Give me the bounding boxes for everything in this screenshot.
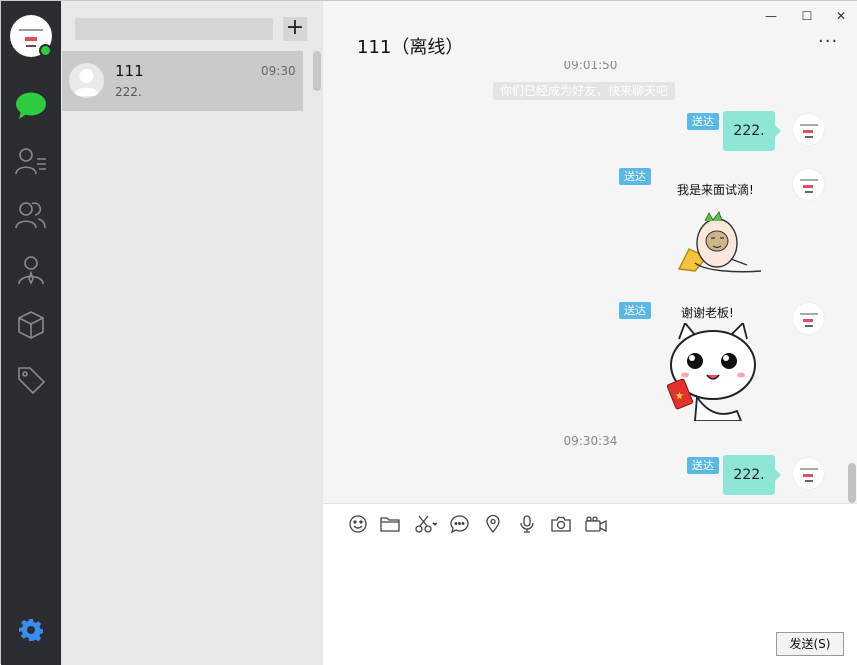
message-input-area[interactable]: 发送(S) (323, 503, 857, 665)
emoji-icon[interactable] (347, 513, 369, 535)
timestamp: 09:30:34 (563, 434, 618, 448)
delivered-badge: 送达 (687, 113, 719, 130)
conversation-list-panel: + 111 09:30 222. (61, 1, 323, 665)
person-tie-icon[interactable] (14, 253, 48, 287)
timestamp: 09:01:50 (563, 61, 618, 72)
more-options-button[interactable]: ··· (818, 31, 838, 52)
avatar[interactable] (792, 457, 825, 490)
list-item[interactable]: 111 09:30 222. (62, 51, 303, 111)
last-message-preview: 222. (115, 85, 142, 99)
delivered-badge: 送达 (687, 457, 719, 474)
list-scrollbar[interactable] (313, 51, 321, 91)
delivered-badge: 送达 (619, 302, 651, 319)
nav-sidebar (1, 1, 61, 665)
im-window: + 111 09:30 222. — ☐ ✕ 111（离线） ··· 09:01… (0, 0, 857, 665)
online-status-dot (39, 44, 52, 57)
gear-icon[interactable] (14, 613, 48, 647)
avatar[interactable] (792, 168, 825, 201)
tag-icon[interactable] (14, 362, 48, 396)
sticker-image[interactable] (675, 211, 765, 275)
sticker-image[interactable]: ★ (667, 323, 759, 421)
chat-scrollbar[interactable] (848, 463, 856, 503)
location-icon[interactable] (482, 513, 504, 535)
contact-name: 111 (115, 62, 144, 80)
chat-bubble-icon[interactable] (14, 89, 48, 123)
folder-icon[interactable] (379, 513, 401, 535)
message-list: 09:01:50 你们已经成为好友，快来聊天吧 送达 222. 送达 我是来面试… (323, 61, 857, 503)
sticker-caption: 谢谢老板! (681, 306, 734, 320)
send-button[interactable]: 发送(S) (776, 632, 844, 656)
maximize-button[interactable]: ☐ (797, 7, 817, 25)
camera-icon[interactable] (550, 513, 572, 535)
system-notice: 你们已经成为好友，快来聊天吧 (493, 82, 676, 100)
chat-panel: — ☐ ✕ 111（离线） ··· 09:01:50 你们已经成为好友，快来聊天… (323, 1, 857, 665)
message-bubble[interactable]: 222. (723, 455, 781, 495)
minimize-button[interactable]: — (761, 7, 781, 25)
cube-icon[interactable] (14, 308, 48, 342)
last-message-time: 09:30 (261, 64, 296, 78)
avatar[interactable] (792, 113, 825, 146)
chat-title: 111（离线） (357, 37, 464, 58)
close-button[interactable]: ✕ (831, 7, 851, 25)
avatar (69, 63, 104, 98)
delivered-badge: 送达 (619, 168, 651, 185)
add-button[interactable]: + (283, 17, 307, 41)
avatar[interactable] (792, 302, 825, 335)
comment-icon[interactable] (448, 513, 470, 535)
scissors-icon[interactable] (415, 513, 437, 535)
sticker-caption: 我是来面试滴! (677, 183, 754, 197)
group-icon[interactable] (14, 198, 48, 232)
svg-text:★: ★ (675, 391, 684, 402)
contacts-list-icon[interactable] (14, 144, 48, 178)
message-bubble[interactable]: 222. (723, 111, 781, 151)
video-icon[interactable] (585, 513, 607, 535)
search-input[interactable] (75, 18, 273, 40)
microphone-icon[interactable] (516, 513, 538, 535)
